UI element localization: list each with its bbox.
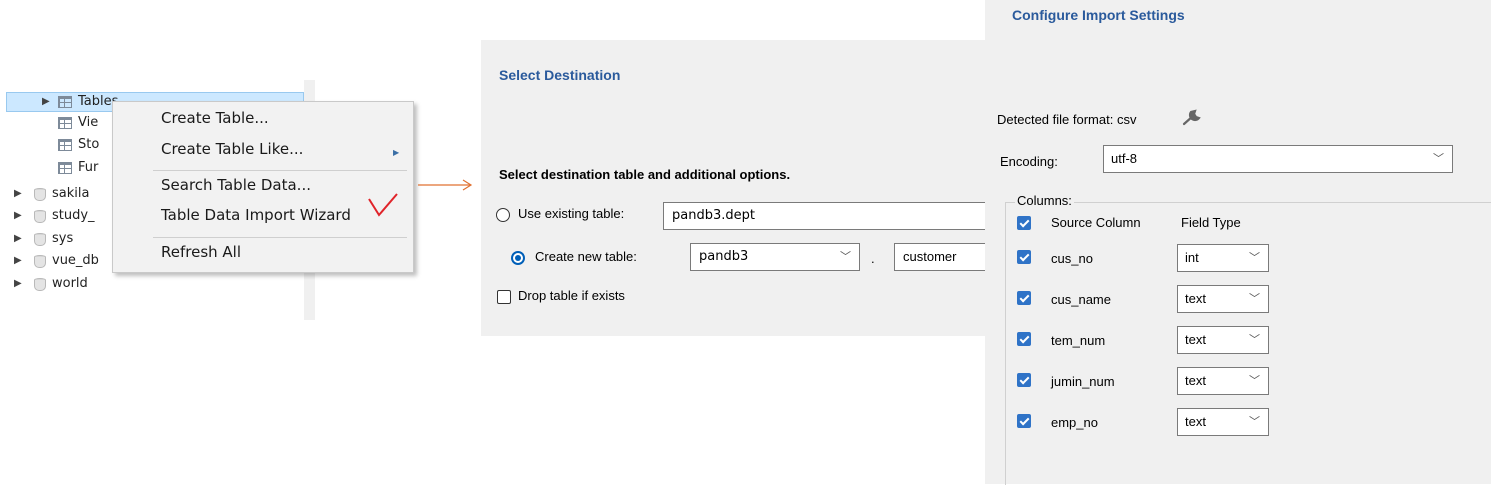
database-icon — [34, 76, 46, 89]
tree-item-label: Sto — [78, 137, 100, 152]
column-include-checkbox[interactable] — [1017, 414, 1031, 428]
database-icon — [34, 255, 46, 268]
field-type-header: Field Type — [1181, 215, 1241, 230]
collapsed-triangle-icon[interactable]: ▶ — [14, 207, 22, 225]
existing-table-input[interactable]: pandb3.dept — [663, 202, 993, 230]
column-include-checkbox[interactable] — [1017, 250, 1031, 264]
wrench-icon[interactable] — [1182, 107, 1204, 127]
source-column-header: Source Column — [1051, 215, 1141, 230]
collapsed-triangle-icon[interactable]: ▶ — [14, 185, 22, 203]
encoding-label: Encoding: — [1000, 154, 1058, 169]
column-name: cus_no — [1051, 251, 1093, 266]
tree-item-label: study_ — [52, 208, 95, 223]
schema-table-separator: . — [871, 251, 875, 266]
create-new-table-label: Create new table: — [535, 249, 637, 264]
tree-item-label: pandb3 — [52, 74, 102, 89]
collapsed-triangle-icon[interactable]: ▶ — [14, 230, 22, 248]
column-name: jumin_num — [1051, 374, 1115, 389]
import-settings-title: Configure Import Settings — [1012, 7, 1185, 23]
select-all-columns-checkbox[interactable] — [1017, 216, 1031, 230]
menu-item-table-data-import-wizard[interactable]: Table Data Import Wizard — [161, 206, 351, 224]
collapsed-triangle-icon[interactable]: ▶ — [14, 252, 22, 270]
menu-item-create-table[interactable]: Create Table... — [161, 109, 269, 127]
create-new-table-radio[interactable] — [511, 251, 525, 265]
chevron-down-icon: ﹀ — [1433, 153, 1444, 165]
menu-separator — [153, 170, 407, 171]
menu-item-create-table-like[interactable]: Create Table Like... — [161, 140, 303, 158]
tree-item-label: Fur — [78, 160, 99, 175]
field-type-select[interactable]: int ﹀ — [1177, 244, 1269, 272]
table-folder-icon — [58, 96, 72, 108]
orange-arrow-annotation — [418, 179, 473, 191]
column-row: tem_num text ﹀ — [985, 326, 1285, 356]
field-type-select[interactable]: text ﹀ — [1177, 285, 1269, 313]
column-row: emp_no text ﹀ — [985, 408, 1285, 438]
destination-title: Select Destination — [499, 67, 621, 83]
select-destination-panel: Select Destination Select destination ta… — [481, 40, 994, 336]
menu-item-search-table-data[interactable]: Search Table Data... — [161, 176, 311, 194]
field-type-select[interactable]: text ﹀ — [1177, 408, 1269, 436]
field-type-value: text — [1185, 332, 1206, 347]
drop-table-checkbox[interactable] — [497, 290, 511, 304]
views-folder-icon — [58, 117, 72, 129]
use-existing-table-radio[interactable] — [496, 208, 510, 222]
schema-select-value: pandb3 — [699, 249, 749, 264]
field-type-value: text — [1185, 373, 1206, 388]
database-icon — [34, 210, 46, 223]
destination-subtitle: Select destination table and additional … — [499, 167, 791, 182]
schema-select[interactable]: pandb3 ﹀ — [690, 243, 860, 271]
functions-folder-icon — [58, 162, 72, 174]
column-row: cus_no int ﹀ — [985, 244, 1285, 274]
chevron-down-icon: ﹀ — [840, 250, 851, 263]
encoding-select-value: utf-8 — [1111, 151, 1138, 166]
field-type-select[interactable]: text ﹀ — [1177, 367, 1269, 395]
chevron-down-icon: ﹀ — [1249, 334, 1260, 346]
field-type-select[interactable]: text ﹀ — [1177, 326, 1269, 354]
database-icon — [34, 233, 46, 246]
column-include-checkbox[interactable] — [1017, 332, 1031, 346]
field-type-value: text — [1185, 414, 1206, 429]
column-include-checkbox[interactable] — [1017, 291, 1031, 305]
context-menu: Create Table... Create Table Like... ▶ S… — [112, 101, 414, 273]
column-include-checkbox[interactable] — [1017, 373, 1031, 387]
drop-table-label: Drop table if exists — [518, 288, 625, 303]
encoding-select[interactable]: utf-8 ﹀ — [1103, 145, 1453, 173]
tree-item-label: world — [52, 276, 88, 291]
expanded-triangle-icon[interactable]: ▼ — [14, 73, 21, 91]
column-row: jumin_num text ﹀ — [985, 367, 1285, 397]
database-icon — [34, 188, 46, 201]
column-name: tem_num — [1051, 333, 1106, 348]
database-icon — [34, 278, 46, 291]
procedures-folder-icon — [58, 139, 72, 151]
collapsed-triangle-icon[interactable]: ▶ — [14, 275, 22, 293]
use-existing-table-label: Use existing table: — [518, 206, 625, 221]
columns-label: Columns: — [1015, 193, 1074, 208]
menu-item-refresh-all[interactable]: Refresh All — [161, 243, 241, 261]
field-type-value: int — [1185, 250, 1199, 265]
chevron-down-icon: ﹀ — [1249, 252, 1260, 264]
field-type-value: text — [1185, 291, 1206, 306]
configure-import-settings-panel: Configure Import Settings Detected file … — [985, 0, 1491, 485]
chevron-down-icon: ﹀ — [1249, 293, 1260, 305]
column-name: cus_name — [1051, 292, 1111, 307]
red-check-annotation — [368, 193, 398, 217]
tree-item-label: vue_db — [52, 253, 99, 268]
column-name: emp_no — [1051, 415, 1098, 430]
chevron-down-icon: ﹀ — [1249, 416, 1260, 428]
detected-format-label: Detected file format: csv — [997, 112, 1137, 127]
submenu-arrow-icon: ▶ — [393, 148, 400, 157]
menu-separator — [153, 237, 407, 238]
tree-item-label: sys — [52, 231, 74, 246]
tree-item-label: Vie — [78, 115, 99, 130]
tree-item-label: sakila — [52, 186, 90, 201]
chevron-down-icon: ﹀ — [1249, 375, 1260, 387]
new-table-name-input[interactable]: customer — [894, 243, 994, 271]
collapsed-triangle-icon[interactable]: ▶ — [42, 93, 50, 111]
column-row: cus_name text ﹀ — [985, 285, 1285, 315]
